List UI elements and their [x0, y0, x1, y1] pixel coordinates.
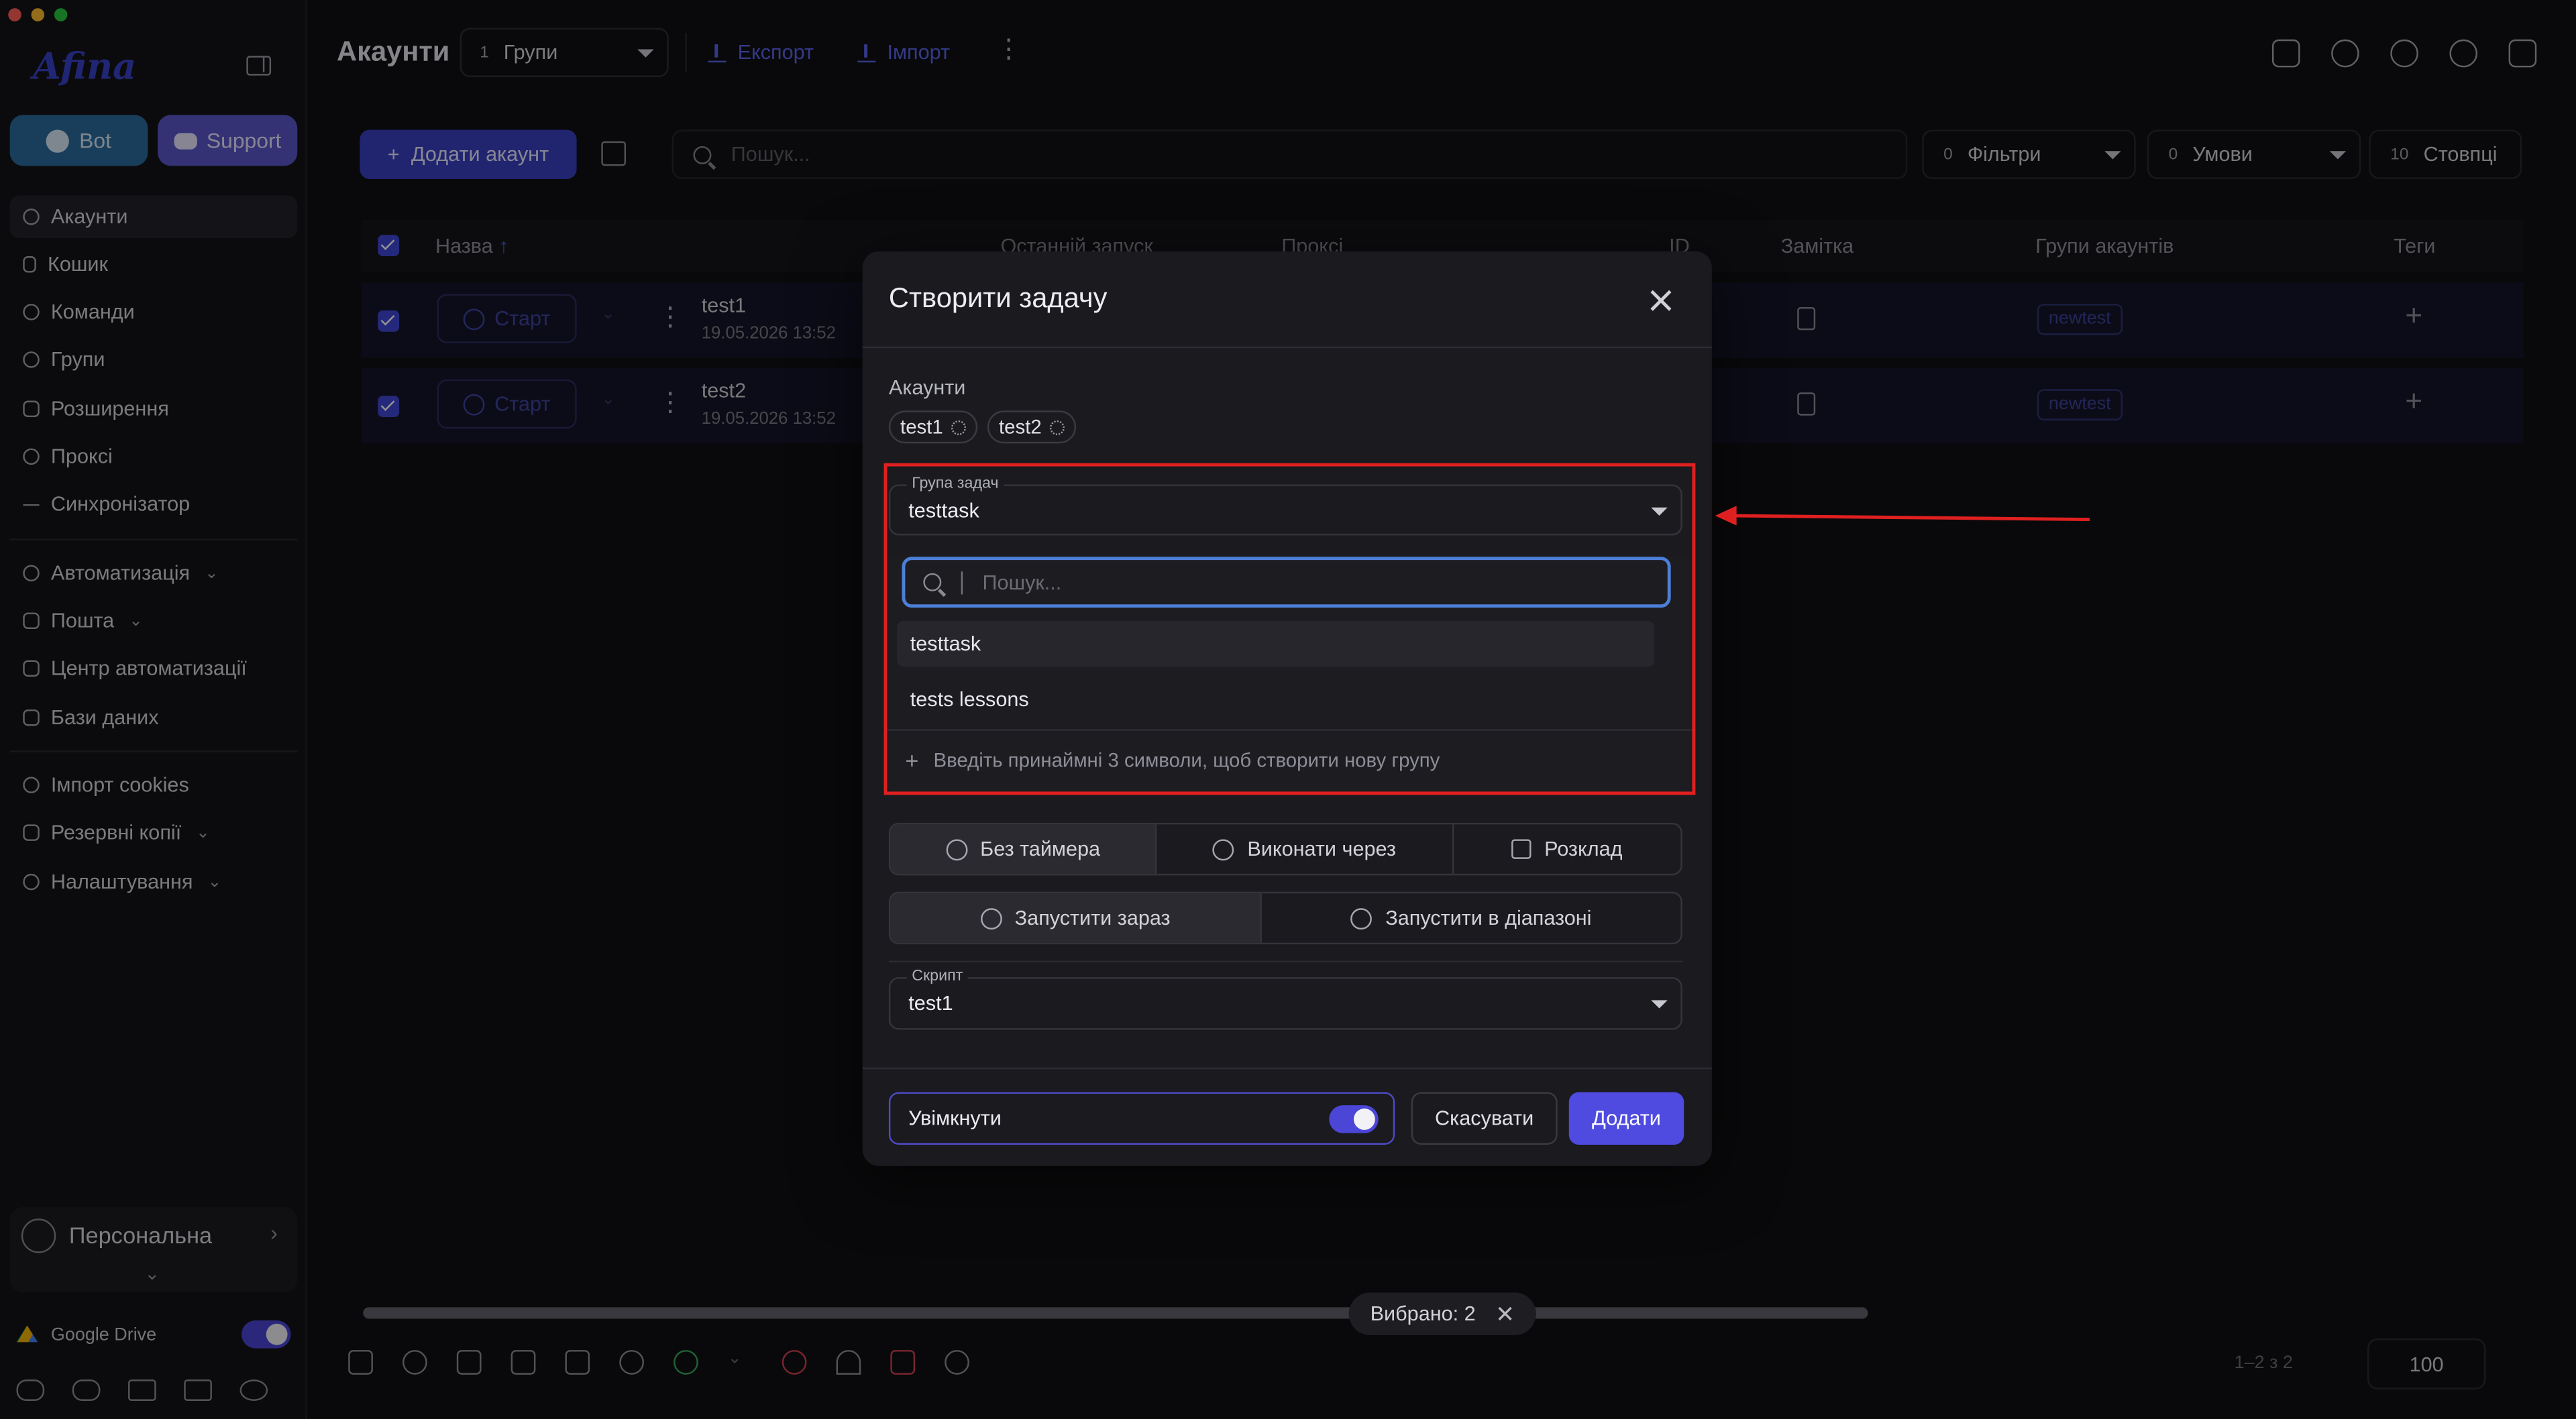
enable-task-row[interactable]: Увімкнути [888, 1092, 1395, 1145]
script-select[interactable]: Скрипт test1 [888, 967, 1682, 1030]
annotation-frame [883, 463, 1696, 795]
modal-divider [862, 346, 1712, 349]
gear-icon[interactable] [951, 419, 967, 435]
horizontal-scrollbar[interactable] [363, 1307, 1868, 1319]
selected-count-pill: Вибрано: 2 ✕ [1348, 1292, 1536, 1336]
accounts-label: Акаунти [888, 376, 966, 400]
script-value: test1 [908, 992, 953, 1015]
timer-option-delay[interactable]: Виконати через [1157, 824, 1454, 874]
timer-option-none[interactable]: Без таймера [890, 824, 1157, 874]
account-chip[interactable]: test1 [888, 410, 978, 444]
run-option-label: Запустити в діапазоні [1385, 906, 1592, 930]
caret-down-icon [1651, 1000, 1668, 1009]
close-icon[interactable]: ✕ [1495, 1300, 1515, 1328]
run-now-option[interactable]: Запустити зараз [890, 893, 1262, 943]
app-window: Afina Bot Support Акаунти Кошик Команди … [0, 0, 2576, 1419]
modal-divider [888, 960, 1682, 963]
timer-option-label: Без таймера [980, 837, 1101, 861]
timer-option-schedule[interactable]: Розклад [1453, 824, 1680, 873]
modal-divider [862, 1067, 1712, 1070]
calendar-icon [1511, 839, 1532, 859]
play-icon [980, 907, 1002, 929]
add-task-button[interactable]: Додати [1568, 1092, 1684, 1145]
close-icon[interactable] [1650, 289, 1672, 312]
account-chip-label: test1 [900, 415, 943, 439]
account-chip-label: test2 [998, 415, 1042, 439]
modal-title: Створити задачу [888, 282, 1108, 314]
selected-count-label: Вибрано: 2 [1370, 1302, 1476, 1326]
gear-icon[interactable] [1049, 419, 1065, 435]
cancel-button[interactable]: Скасувати [1411, 1092, 1558, 1145]
timer-option-label: Розклад [1544, 837, 1623, 861]
ban-icon [945, 838, 967, 860]
script-label: Скрипт [906, 967, 968, 986]
clock-icon [1350, 907, 1373, 929]
run-option-label: Запустити зараз [1014, 906, 1171, 930]
annotation-arrow-head [1715, 506, 1737, 526]
timer-icon [1212, 838, 1234, 860]
run-mode-group: Запустити зараз Запустити в діапазоні [888, 891, 1682, 945]
enable-label: Увімкнути [908, 1106, 1002, 1130]
account-chip[interactable]: test2 [987, 410, 1077, 444]
timer-mode-group: Без таймера Виконати через Розклад [888, 822, 1682, 876]
enable-toggle[interactable] [1329, 1105, 1379, 1133]
timer-option-label: Виконати через [1247, 837, 1396, 861]
run-range-option[interactable]: Запустити в діапазоні [1262, 893, 1680, 942]
